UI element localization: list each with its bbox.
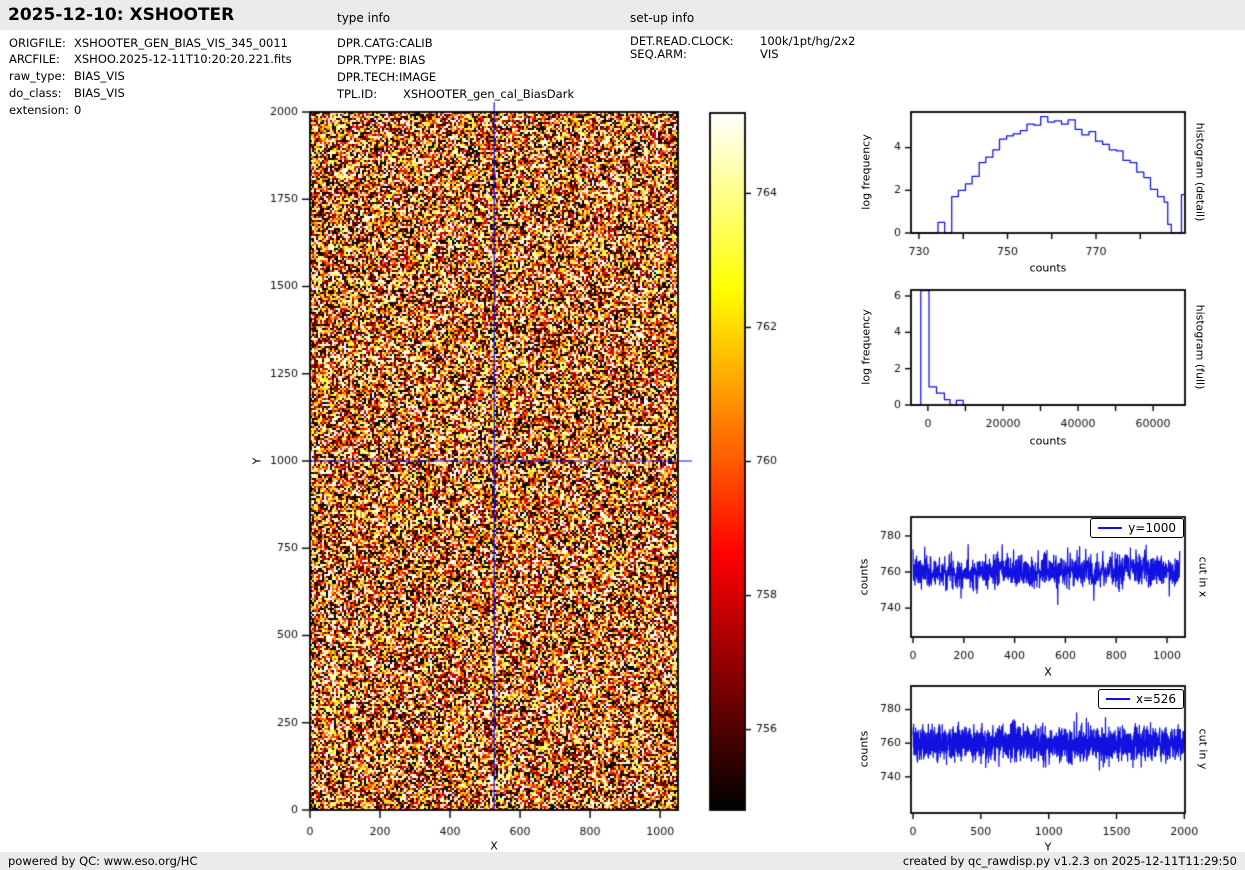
meta-label: SEQ.ARM: (630, 47, 760, 61)
meta-label: do_class: (9, 86, 74, 100)
meta-row-do-class: do_class:BIAS_VIS (9, 86, 125, 100)
meta-row-dpr-type: DPR.TYPE:BIAS (337, 53, 425, 67)
hist-full-y-label: log frequency (860, 309, 873, 384)
meta-row-dpr-catg: DPR.CATG:CALIB (337, 36, 433, 50)
hist-detail-x-label: counts (1030, 262, 1067, 275)
meta-label: raw_type: (9, 69, 74, 83)
meta-row-raw-type: raw_type:BIAS_VIS (9, 69, 125, 83)
page-title: 2025-12-10: XSHOOTER (8, 5, 234, 25)
meta-label: extension: (9, 103, 74, 117)
meta-label: ORIGFILE: (9, 36, 74, 50)
main-y-axis-label: Y (251, 458, 264, 465)
cut-x-right-label: cut in x (1197, 557, 1210, 598)
type-info-heading: type info (337, 11, 390, 25)
meta-label: DPR.TECH: (337, 70, 399, 84)
footer-powered-by: powered by QC: www.eso.org/HC (8, 854, 197, 868)
meta-value: 100k/1pt/hg/2x2 (760, 34, 855, 48)
meta-value: VIS (760, 47, 779, 61)
hist-detail-y-label: log frequency (860, 134, 873, 209)
cut-x-legend-label: y=1000 (1128, 521, 1176, 535)
meta-row-read-clock: DET.READ.CLOCK:100k/1pt/hg/2x2 (630, 34, 855, 48)
meta-label: DPR.TYPE: (337, 53, 399, 67)
meta-value: BIAS_VIS (74, 86, 125, 100)
hist-full-x-label: counts (1030, 435, 1067, 448)
meta-value: IMAGE (399, 70, 436, 84)
footer-created-by: created by qc_rawdisp.py v1.2.3 on 2025-… (903, 854, 1237, 868)
hist-detail-right-label: histogram (detail) (1194, 123, 1207, 222)
main-x-axis-label: X (490, 840, 498, 853)
footer-bar: powered by QC: www.eso.org/HC created by… (0, 852, 1245, 870)
meta-value: XSHOOTER_GEN_BIAS_VIS_345_0011 (74, 36, 288, 50)
meta-row-tpl-id: TPL.ID:XSHOOTER_gen_cal_BiasDark (337, 87, 574, 101)
meta-value: XSHOO.2025-12-11T10:20:20.221.fits (74, 52, 292, 66)
meta-value: 0 (74, 103, 81, 117)
meta-value: BIAS_VIS (74, 69, 125, 83)
cut-x-x-label: X (1044, 666, 1052, 679)
meta-row-extension: extension:0 (9, 103, 81, 117)
meta-row-origfile: ORIGFILE:XSHOOTER_GEN_BIAS_VIS_345_0011 (9, 36, 288, 50)
setup-info-heading: set-up info (630, 11, 694, 25)
meta-label: TPL.ID: (337, 87, 403, 101)
cut-y-y-label: counts (858, 731, 871, 768)
cut-y-legend: x=526 (1098, 689, 1184, 709)
meta-value: BIAS (399, 53, 425, 67)
meta-label: ARCFILE: (9, 52, 74, 66)
legend-line-sample (1106, 698, 1130, 700)
cut-x-y-label: counts (858, 559, 871, 596)
meta-row-arcfile: ARCFILE:XSHOO.2025-12-11T10:20:20.221.fi… (9, 52, 292, 66)
hist-full-right-label: histogram (full) (1194, 305, 1207, 390)
meta-value: XSHOOTER_gen_cal_BiasDark (403, 87, 574, 101)
cut-x-legend: y=1000 (1090, 518, 1184, 538)
cut-y-right-label: cut in y (1197, 729, 1210, 770)
legend-line-sample (1098, 527, 1122, 529)
meta-label: DPR.CATG: (337, 36, 399, 50)
meta-row-seq-arm: SEQ.ARM:VIS (630, 47, 779, 61)
cut-y-legend-label: x=526 (1136, 692, 1176, 706)
meta-row-dpr-tech: DPR.TECH:IMAGE (337, 70, 436, 84)
qc-report-page: 2025-12-10: XSHOOTER type info set-up in… (0, 0, 1245, 870)
header-bar: 2025-12-10: XSHOOTER type info set-up in… (0, 0, 1245, 30)
meta-label: DET.READ.CLOCK: (630, 34, 760, 48)
meta-value: CALIB (399, 36, 433, 50)
